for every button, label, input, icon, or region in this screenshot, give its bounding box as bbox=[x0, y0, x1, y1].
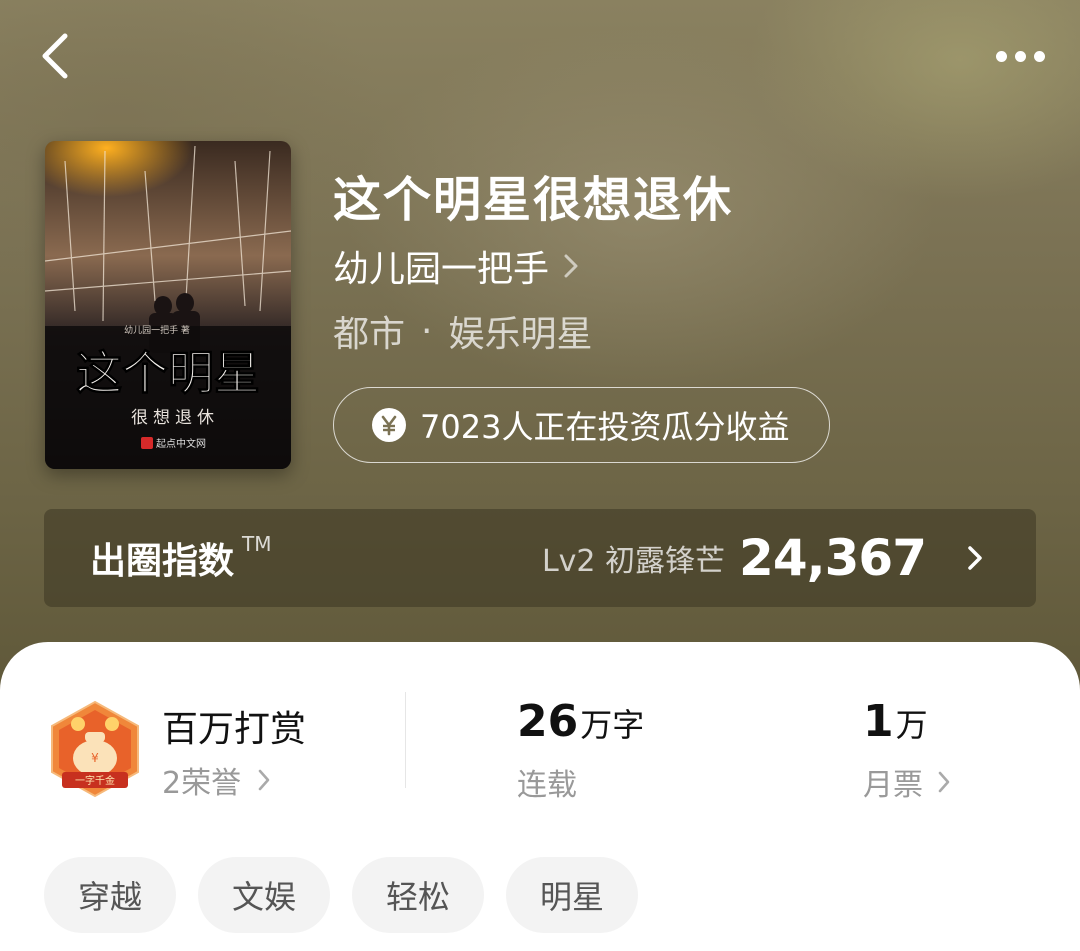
reward-badge-icon[interactable]: ¥ 一字千金 bbox=[48, 700, 142, 800]
more-dot-icon bbox=[1014, 50, 1026, 62]
chevron-right-icon bbox=[938, 771, 950, 793]
tag-chip[interactable]: 明星 bbox=[506, 857, 638, 933]
popularity-index-bar[interactable]: 出圈指数 TM Lv2 初露锋芒 24,367 bbox=[44, 509, 1036, 607]
index-label: 出圈指数 TM bbox=[90, 532, 272, 582]
more-dot-icon bbox=[1033, 50, 1045, 62]
invest-button[interactable]: 7023人正在投资瓜分收益 bbox=[333, 387, 830, 463]
monthly-ticket-count: 1万 bbox=[863, 696, 928, 747]
genre-separator: · bbox=[421, 310, 433, 352]
cover-publisher: 起点中文网 bbox=[156, 437, 206, 450]
genre-secondary[interactable]: 娱乐明星 bbox=[448, 305, 592, 357]
chevron-right-icon bbox=[564, 254, 578, 278]
badge-text: 一字千金 bbox=[75, 774, 115, 787]
book-title: 这个明星很想退休 bbox=[333, 172, 734, 228]
reward-title: 百万打赏 bbox=[162, 709, 307, 750]
cover-title-small: 很想退休 bbox=[131, 408, 219, 428]
reward-honors: 2荣誉 bbox=[162, 766, 242, 801]
word-count: 26万字 bbox=[517, 696, 645, 747]
chevron-left-icon bbox=[42, 33, 68, 79]
genre-primary[interactable]: 都市 bbox=[333, 305, 405, 357]
monthly-ticket-link[interactable]: 月票 bbox=[863, 760, 951, 804]
yen-coin-icon bbox=[372, 408, 406, 442]
reward-honors-link[interactable]: 2荣誉 bbox=[162, 758, 271, 802]
tag-chip[interactable]: 穿越 bbox=[44, 857, 176, 933]
tag-chip[interactable]: 轻松 bbox=[352, 857, 484, 933]
book-cover[interactable]: 幼儿园一把手 著 这个明星 很想退休 起点中文网 bbox=[45, 141, 291, 469]
cover-author-line: 幼儿园一把手 著 bbox=[124, 324, 190, 336]
chevron-right-icon bbox=[258, 769, 270, 791]
trademark-mark: TM bbox=[242, 532, 272, 556]
author-name: 幼儿园一把手 bbox=[333, 249, 550, 290]
cover-title-big: 这个明星 bbox=[76, 346, 260, 400]
chevron-right-icon bbox=[968, 546, 982, 570]
invest-text: 7023人正在投资瓜分收益 bbox=[420, 408, 790, 446]
index-value: 24,367 bbox=[739, 529, 927, 587]
stats-divider bbox=[405, 692, 406, 788]
monthly-ticket-label: 月票 bbox=[863, 768, 923, 803]
author-link[interactable]: 幼儿园一把手 bbox=[333, 240, 579, 292]
more-dot-icon bbox=[995, 50, 1007, 62]
back-button[interactable] bbox=[26, 28, 82, 84]
serial-status: 连载 bbox=[517, 768, 577, 803]
genre-row: 都市 · 娱乐明星 bbox=[333, 305, 592, 357]
more-button[interactable] bbox=[984, 28, 1056, 84]
svg-text:¥: ¥ bbox=[91, 751, 99, 765]
index-level: Lv2 初露锋芒 bbox=[541, 544, 726, 579]
tag-chip[interactable]: 文娱 bbox=[198, 857, 330, 933]
